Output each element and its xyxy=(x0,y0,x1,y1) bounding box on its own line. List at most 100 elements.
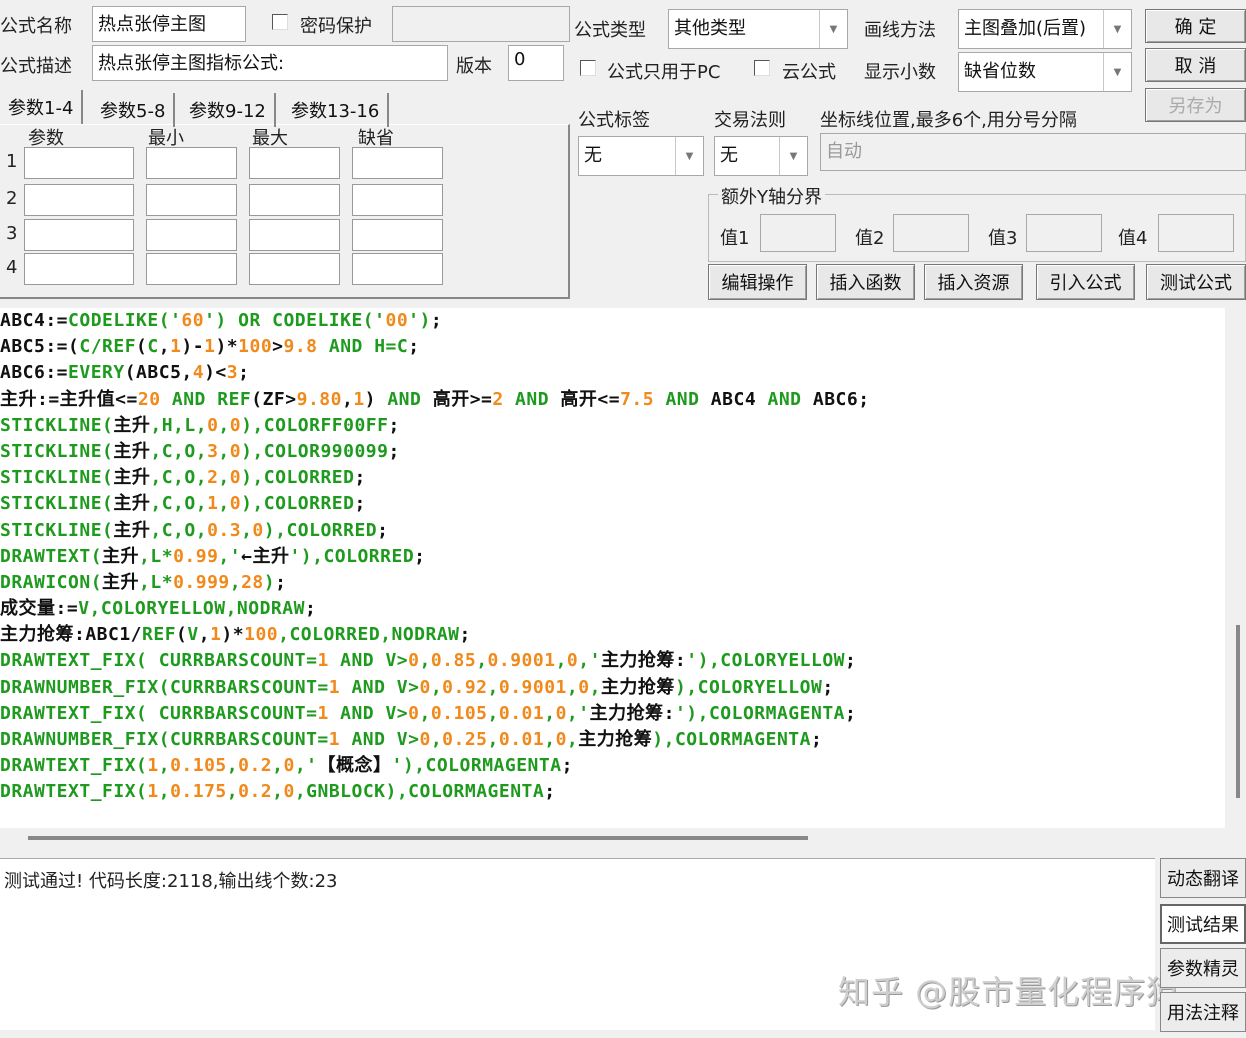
test-formula-button[interactable]: 测试公式 xyxy=(1146,264,1246,300)
param-input-4-max[interactable] xyxy=(249,253,340,285)
code-token: , xyxy=(487,676,499,698)
param-input-3-max[interactable] xyxy=(249,219,340,251)
password-checkbox[interactable] xyxy=(272,14,288,30)
ok-button[interactable]: 确 定 xyxy=(1145,9,1246,43)
edit-operation-button[interactable]: 编辑操作 xyxy=(708,264,807,300)
param-input-3-min[interactable] xyxy=(146,219,237,251)
tab-params-13-16[interactable]: 参数13-16 xyxy=(283,93,390,127)
code-token: ABC4:= xyxy=(0,310,69,331)
code-token: 主升 xyxy=(113,440,151,462)
code-token: 0 xyxy=(566,650,579,672)
code-token: V xyxy=(187,624,199,646)
param-wizard-button[interactable]: 参数精灵 xyxy=(1160,948,1246,988)
code-line: DRAWTEXT_FIX( CURRBARSCOUNT=1 AND V>0,0.… xyxy=(0,648,1225,674)
code-token: 0.01 xyxy=(498,702,545,724)
formula-desc-input[interactable]: 热点张停主图指标公式: xyxy=(92,45,448,81)
code-line: DRAWICON(主升,L*0.999,28); xyxy=(0,570,1225,596)
code-token: ; xyxy=(304,598,317,620)
dynamic-translate-button[interactable]: 动态翻译 xyxy=(1160,858,1246,898)
usage-notes-button[interactable]: 用法注释 xyxy=(1160,992,1246,1032)
chevron-down-icon: ▼ xyxy=(779,137,807,175)
code-token: ,H,L, xyxy=(150,414,208,436)
y-value-2-input[interactable] xyxy=(893,214,969,252)
code-token: 0.999 xyxy=(173,571,230,593)
param-input-1-max[interactable] xyxy=(249,147,340,179)
trade-rule-select[interactable]: 无 ▼ xyxy=(714,136,808,176)
code-token: 0 xyxy=(207,414,219,436)
param-input-1-default[interactable] xyxy=(352,147,443,179)
y-value-1-input[interactable] xyxy=(760,214,836,252)
code-token: 0.2 xyxy=(238,781,273,803)
param-input-2-min[interactable] xyxy=(146,184,237,216)
code-token: 2 xyxy=(492,388,504,410)
pc-only-checkbox[interactable] xyxy=(580,60,596,76)
code-editor[interactable]: ABC4:=CODELIKE('60') OR CODELIKE('00'); A… xyxy=(0,308,1225,828)
import-formula-button[interactable]: 引入公式 xyxy=(1036,264,1135,300)
cloud-checkbox[interactable] xyxy=(754,60,770,76)
formula-tag-select[interactable]: 无 ▼ xyxy=(578,136,704,176)
tab-params-1-4[interactable]: 参数1-4 xyxy=(0,90,84,124)
code-token: , xyxy=(226,755,239,777)
y-value-4-input[interactable] xyxy=(1158,214,1234,252)
tab-params-9-12[interactable]: 参数9-12 xyxy=(181,93,276,127)
param-input-1-name[interactable] xyxy=(24,147,134,179)
code-token: , xyxy=(566,676,579,698)
param-input-2-name[interactable] xyxy=(24,184,134,216)
code-token: ,' xyxy=(218,545,242,567)
code-token: 0.92 xyxy=(442,676,488,698)
code-token: , xyxy=(241,519,253,541)
param-input-3-name[interactable] xyxy=(24,219,134,251)
draw-method-select[interactable]: 主图叠加(后置) ▼ xyxy=(958,9,1132,49)
param-input-4-min[interactable] xyxy=(146,253,237,285)
code-token: AND H=C xyxy=(317,336,409,358)
code-token: AND V> xyxy=(328,650,409,672)
code-token: V,COLORYELLOW,NODRAW xyxy=(78,598,305,620)
code-token: 主升 xyxy=(113,414,151,436)
y-value-3-input[interactable] xyxy=(1026,214,1102,252)
code-token: 0 xyxy=(229,440,242,462)
y-value-4-label: 值4 xyxy=(1118,228,1148,249)
code-token: , xyxy=(419,650,431,672)
param-input-3-default[interactable] xyxy=(352,219,443,251)
param-input-2-max[interactable] xyxy=(249,184,340,216)
decimal-label: 显示小数 xyxy=(864,62,936,83)
tab-params-5-8[interactable]: 参数5-8 xyxy=(92,93,176,127)
param-input-1-min[interactable] xyxy=(146,147,237,179)
code-token: 100 xyxy=(244,624,279,646)
decimal-select[interactable]: 缺省位数 ▼ xyxy=(958,52,1132,92)
horizontal-scrollbar-thumb[interactable] xyxy=(28,836,808,840)
code-line: 主升:=主升值<=20 AND REF(ZF>9.80,1) AND 高开>=2… xyxy=(0,387,1225,413)
cancel-button[interactable]: 取 消 xyxy=(1145,48,1246,82)
code-token: ; xyxy=(810,729,823,750)
formula-name-input[interactable]: 热点张停主图 xyxy=(92,6,246,42)
vertical-scrollbar-thumb[interactable] xyxy=(1236,625,1240,798)
axis-position-input[interactable]: 自动 xyxy=(820,133,1246,171)
formula-type-select[interactable]: 其他类型 ▼ xyxy=(668,9,848,49)
code-token: (ZF> xyxy=(251,388,297,410)
code-token: 60 xyxy=(181,310,205,331)
insert-function-button[interactable]: 插入函数 xyxy=(816,264,915,300)
code-token: 0.9001 xyxy=(498,676,567,698)
version-input[interactable]: 0 xyxy=(508,45,564,81)
test-result-message: 测试通过! 代码长度:2118,输出线个数:23 xyxy=(4,871,338,892)
insert-resource-button[interactable]: 插入资源 xyxy=(924,264,1023,300)
code-token: 主力抢筹: xyxy=(600,650,687,672)
code-token: ),COLORRED xyxy=(241,493,355,515)
code-token: AND xyxy=(654,388,700,410)
code-token: ( xyxy=(136,336,148,358)
code-token: CODELIKE(' xyxy=(68,310,182,331)
code-line: DRAWTEXT_FIX( CURRBARSCOUNT=1 AND V>0,0.… xyxy=(0,701,1225,727)
code-token: STICKLINE( xyxy=(0,493,114,515)
save-as-button[interactable]: 另存为 xyxy=(1145,88,1246,122)
test-result-button[interactable]: 测试结果 xyxy=(1160,904,1246,944)
param-input-4-default[interactable] xyxy=(352,253,443,285)
code-token: 0 xyxy=(229,467,242,489)
code-token: ,' xyxy=(294,755,318,777)
code-token: 1 xyxy=(147,781,159,803)
param-input-2-default[interactable] xyxy=(352,184,443,216)
password-input[interactable] xyxy=(392,6,570,42)
code-token: 0 xyxy=(408,702,420,724)
code-token: 主升:=主升值<= xyxy=(0,388,138,410)
param-input-4-name[interactable] xyxy=(24,253,134,285)
code-token: ; xyxy=(544,781,556,803)
